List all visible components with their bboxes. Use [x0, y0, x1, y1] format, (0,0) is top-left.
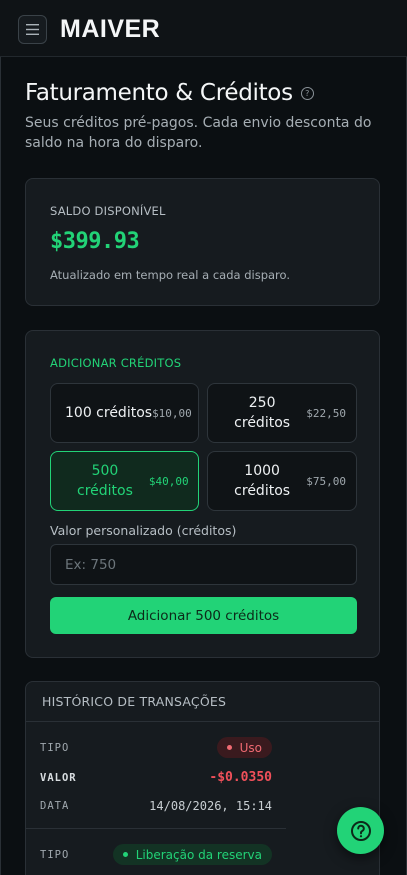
package-name: 100 créditos — [65, 405, 153, 421]
app-logo[interactable]: MAIVER — [60, 14, 160, 44]
tx-date-key: DATA — [40, 800, 70, 812]
package-price: $75,00 — [306, 474, 346, 488]
tx-date: 14/08/2026, 15:14 — [149, 799, 272, 813]
logo-text: MAIVER — [60, 14, 161, 43]
page-title-row: Faturamento & Créditos ? — [25, 80, 314, 106]
tx-type-value: Liberação da reserva — [135, 847, 262, 862]
tx-value-key: VALOR — [40, 771, 77, 784]
table-row: TIPO Liberação da reserva — [26, 830, 286, 875]
package-name: 1000 créditos — [234, 463, 291, 499]
package-option-100[interactable]: 100 créditos $10,00 — [50, 383, 199, 443]
package-name: 250 créditos — [234, 395, 291, 431]
balance-value: $399.93 — [50, 229, 140, 254]
tx-type-line: TIPO Liberação da reserva — [40, 844, 272, 865]
custom-amount-input[interactable] — [50, 544, 357, 585]
tx-value-line: VALOR -$0.0350 — [40, 770, 272, 785]
top-bar: MAIVER — [0, 0, 407, 57]
status-dot-icon — [226, 745, 232, 750]
package-option-1000[interactable]: 1000 créditos $75,00 — [207, 451, 357, 511]
tx-type-key: TIPO — [40, 848, 70, 861]
add-credits-card: ADICIONAR CRÉDITOS 100 créditos $10,00 2… — [25, 330, 380, 658]
package-price: $10,00 — [152, 406, 192, 420]
package-name: 500 créditos — [77, 463, 133, 499]
package-price: $40,00 — [148, 474, 189, 488]
balance-label: SALDO DISPONÍVEL — [50, 204, 166, 218]
balance-card: SALDO DISPONÍVEL $399.93 Atualizado em t… — [25, 178, 380, 306]
status-badge: Liberação da reserva — [112, 844, 272, 865]
status-badge: Uso — [216, 737, 272, 758]
page-subtitle: Seus créditos pré-pagos. Cada envio desc… — [25, 115, 372, 151]
tx-type-key: TIPO — [40, 741, 70, 754]
hamburger-icon — [26, 24, 39, 35]
package-option-250[interactable]: 250 créditos $22,50 — [207, 383, 357, 443]
add-credits-button[interactable]: Adicionar 500 créditos — [50, 597, 357, 634]
package-price: $22,50 — [306, 406, 346, 420]
tx-amount: -$0.0350 — [209, 770, 272, 785]
help-circle-icon[interactable]: ? — [300, 86, 314, 100]
tx-type-line: TIPO Uso — [40, 737, 272, 758]
add-credits-title: ADICIONAR CRÉDITOS — [50, 356, 182, 370]
package-option-500[interactable]: 500 créditos $40,00 — [50, 451, 199, 511]
history-title: HISTÓRICO DE TRANSAÇÕES — [42, 694, 227, 709]
status-dot-icon — [122, 852, 128, 857]
custom-amount-label: Valor personalizado (créditos) — [50, 523, 237, 538]
history-header: HISTÓRICO DE TRANSAÇÕES — [26, 682, 379, 722]
table-row: TIPO Uso VALOR -$0.0350 DATA 14/08/2026,… — [26, 723, 286, 829]
help-fab-button[interactable] — [337, 807, 384, 854]
menu-button[interactable] — [18, 15, 47, 44]
page-title: Faturamento & Créditos — [25, 80, 293, 106]
balance-note: Atualizado em tempo real a cada disparo. — [50, 268, 291, 282]
help-circle-icon — [350, 820, 371, 841]
tx-date-line: DATA 14/08/2026, 15:14 — [40, 799, 272, 813]
tx-type-value: Uso — [239, 740, 262, 755]
transaction-history-card: HISTÓRICO DE TRANSAÇÕES TIPO Uso VALOR -… — [25, 681, 380, 875]
